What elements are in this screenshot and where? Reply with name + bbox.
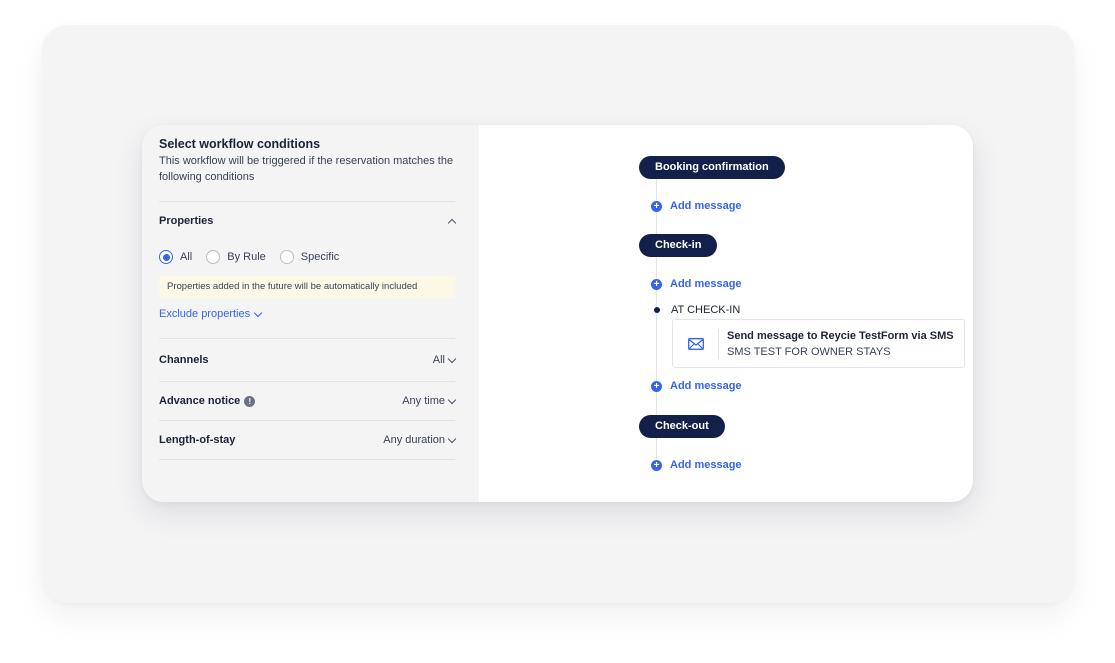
- advance-notice-dropdown[interactable]: Any time: [402, 395, 457, 407]
- advance-notice-label-group: Advance notice !: [159, 395, 256, 407]
- plus-icon: +: [651, 200, 662, 212]
- chevron-down-icon: [253, 308, 263, 317]
- properties-radio-group: All By Rule Specific: [159, 250, 455, 264]
- length-of-stay-dropdown[interactable]: Any duration: [383, 434, 457, 446]
- properties-header[interactable]: Properties: [159, 202, 457, 240]
- plus-icon: +: [651, 278, 662, 290]
- message-title: Send message to Reycie TestForm via SMS: [727, 329, 954, 342]
- add-message-label: Add message: [670, 278, 742, 290]
- channels-dropdown[interactable]: All: [432, 354, 457, 366]
- timeline-panel: Booking confirmation + Add message Check…: [479, 125, 973, 502]
- radio-button[interactable]: [206, 250, 221, 264]
- trigger-dot: [654, 307, 660, 313]
- plus-icon: +: [651, 380, 662, 392]
- add-message-label: Add message: [670, 380, 742, 392]
- length-of-stay-label: Length-of-stay: [159, 434, 236, 446]
- properties-notice: Properties added in the future will be a…: [159, 276, 455, 298]
- chevron-down-icon: [447, 395, 457, 404]
- channels-label: Channels: [159, 354, 209, 366]
- message-text: Send message to Reycie TestForm via SMS …: [719, 328, 954, 360]
- exclude-properties-label: Exclude properties: [159, 308, 251, 320]
- channels-row[interactable]: Channels All: [159, 339, 457, 381]
- plus-icon: +: [651, 459, 662, 471]
- trigger-label: AT CHECK-IN: [671, 304, 741, 316]
- divider: [159, 459, 455, 460]
- add-message-label: Add message: [670, 200, 742, 212]
- radio-specific[interactable]: Specific: [279, 250, 340, 264]
- info-icon[interactable]: !: [244, 395, 256, 407]
- check-out-pill: Check-out: [639, 415, 725, 438]
- add-message-button[interactable]: + Add message: [651, 380, 742, 392]
- radio-label-by-rule: By Rule: [227, 251, 266, 263]
- radio-all[interactable]: All: [159, 250, 192, 264]
- message-subtitle: SMS TEST FOR OWNER STAYS: [727, 345, 891, 358]
- conditions-panel: Select workflow conditions This workflow…: [142, 125, 479, 502]
- radio-by-rule[interactable]: By Rule: [206, 250, 266, 264]
- trigger-row: AT CHECK-IN: [654, 304, 740, 316]
- length-of-stay-value: Any duration: [383, 434, 445, 446]
- add-message-button[interactable]: + Add message: [651, 459, 742, 471]
- channels-value: All: [432, 354, 445, 366]
- advance-notice-label: Advance notice: [159, 395, 241, 407]
- chevron-down-icon: [447, 354, 457, 363]
- properties-label: Properties: [159, 215, 214, 227]
- envelope-icon: [687, 337, 704, 350]
- workflow-card: Select workflow conditions This workflow…: [142, 125, 973, 502]
- radio-label-all: All: [180, 251, 193, 263]
- chevron-down-icon: [447, 434, 457, 443]
- conditions-title: Select workflow conditions: [159, 137, 321, 151]
- radio-label-specific: Specific: [300, 251, 340, 263]
- length-of-stay-row[interactable]: Length-of-stay Any duration: [159, 421, 457, 459]
- booking-confirmation-pill: Booking confirmation: [639, 156, 785, 179]
- exclude-properties-link[interactable]: Exclude properties: [159, 307, 455, 321]
- conditions-description: This workflow will be triggered if the r…: [159, 155, 454, 183]
- radio-button-selected[interactable]: [159, 250, 173, 264]
- message-icon-box: [673, 328, 719, 359]
- add-message-button[interactable]: + Add message: [651, 200, 742, 212]
- radio-button[interactable]: [279, 250, 294, 264]
- message-card[interactable]: Send message to Reycie TestForm via SMS …: [672, 319, 965, 368]
- advance-notice-value: Any time: [402, 395, 445, 407]
- check-in-pill: Check-in: [639, 234, 718, 257]
- advance-notice-row[interactable]: Advance notice ! Any time: [159, 382, 457, 420]
- chevron-up-icon[interactable]: [447, 218, 457, 227]
- add-message-label: Add message: [670, 459, 742, 471]
- add-message-button[interactable]: + Add message: [651, 278, 742, 290]
